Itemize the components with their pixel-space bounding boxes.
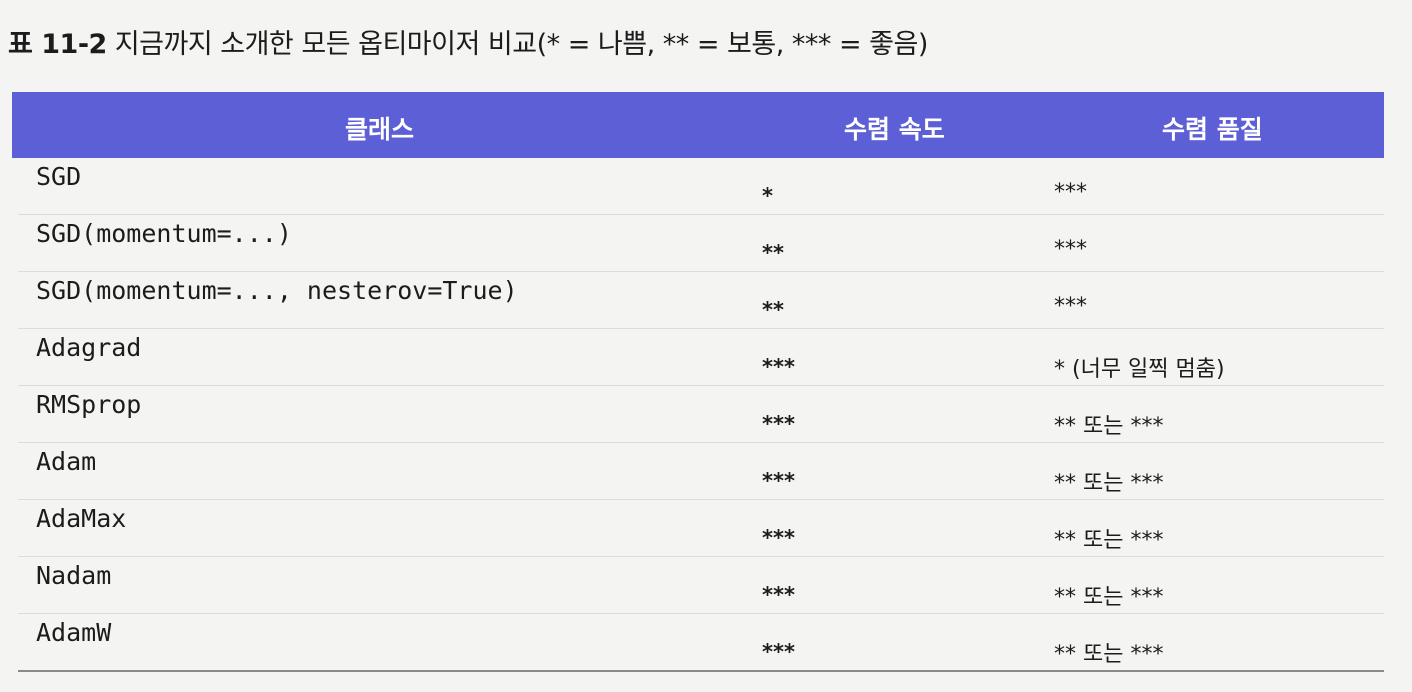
header-convergence-quality: 수렴 품질 <box>1162 115 1263 144</box>
table-row: Nadam *** ** 또는 *** <box>18 557 1384 614</box>
optimizer-name: RMSprop <box>36 390 142 419</box>
optimizer-name: AdaMax <box>36 504 127 533</box>
convergence-quality: * (너무 일찍 멈춤) <box>1054 357 1225 382</box>
optimizer-name: Adagrad <box>36 333 142 362</box>
optimizer-name: SGD <box>36 162 82 191</box>
convergence-quality: ** 또는 *** <box>1054 585 1164 610</box>
convergence-speed: *** <box>762 526 795 550</box>
optimizer-name: SGD(momentum=...) <box>36 219 292 248</box>
table-row: RMSprop *** ** 또는 *** <box>18 386 1384 443</box>
convergence-speed: *** <box>762 412 795 436</box>
table-row: SGD(momentum=...) ** *** <box>18 215 1384 272</box>
convergence-speed: *** <box>762 355 795 379</box>
header-class: 클래스 <box>345 115 415 144</box>
convergence-quality: *** <box>1054 294 1087 319</box>
table-caption: 표 11-2 지금까지 소개한 모든 옵티마이저 비교(* = 나쁨, ** = … <box>8 22 928 61</box>
convergence-speed: *** <box>762 583 795 607</box>
optimizer-name: SGD(momentum=..., nesterov=True) <box>36 276 518 305</box>
caption-text: 지금까지 소개한 모든 옵티마이저 비교(* = 나쁨, ** = 보통, **… <box>114 29 929 60</box>
optimizer-name: AdamW <box>36 618 112 647</box>
table-number: 표 11-2 <box>8 29 107 60</box>
optimizer-name: Adam <box>36 447 97 476</box>
table-row: SGD(momentum=..., nesterov=True) ** *** <box>18 272 1384 329</box>
table-row: Adam *** ** 또는 *** <box>18 443 1384 500</box>
table-header: 클래스 수렴 속도 수렴 품질 <box>12 92 1384 158</box>
convergence-quality: ** 또는 *** <box>1054 414 1164 439</box>
table-row: SGD * *** <box>18 158 1384 215</box>
convergence-quality: ** 또는 *** <box>1054 642 1164 667</box>
convergence-speed: ** <box>762 241 784 265</box>
table-row: AdaMax *** ** 또는 *** <box>18 500 1384 557</box>
convergence-speed: *** <box>762 469 795 493</box>
convergence-quality: *** <box>1054 180 1087 205</box>
table-row: Adagrad *** * (너무 일찍 멈춤) <box>18 329 1384 386</box>
convergence-speed: ** <box>762 298 784 322</box>
convergence-quality: *** <box>1054 237 1087 262</box>
convergence-speed: *** <box>762 640 795 664</box>
header-convergence-speed: 수렴 속도 <box>844 115 945 144</box>
convergence-speed: * <box>762 184 773 208</box>
convergence-quality: ** 또는 *** <box>1054 528 1164 553</box>
table-row: AdamW *** ** 또는 *** <box>18 614 1384 672</box>
convergence-quality: ** 또는 *** <box>1054 471 1164 496</box>
document-page: 표 11-2 지금까지 소개한 모든 옵티마이저 비교(* = 나쁨, ** = … <box>0 0 1412 692</box>
optimizer-name: Nadam <box>36 561 112 590</box>
